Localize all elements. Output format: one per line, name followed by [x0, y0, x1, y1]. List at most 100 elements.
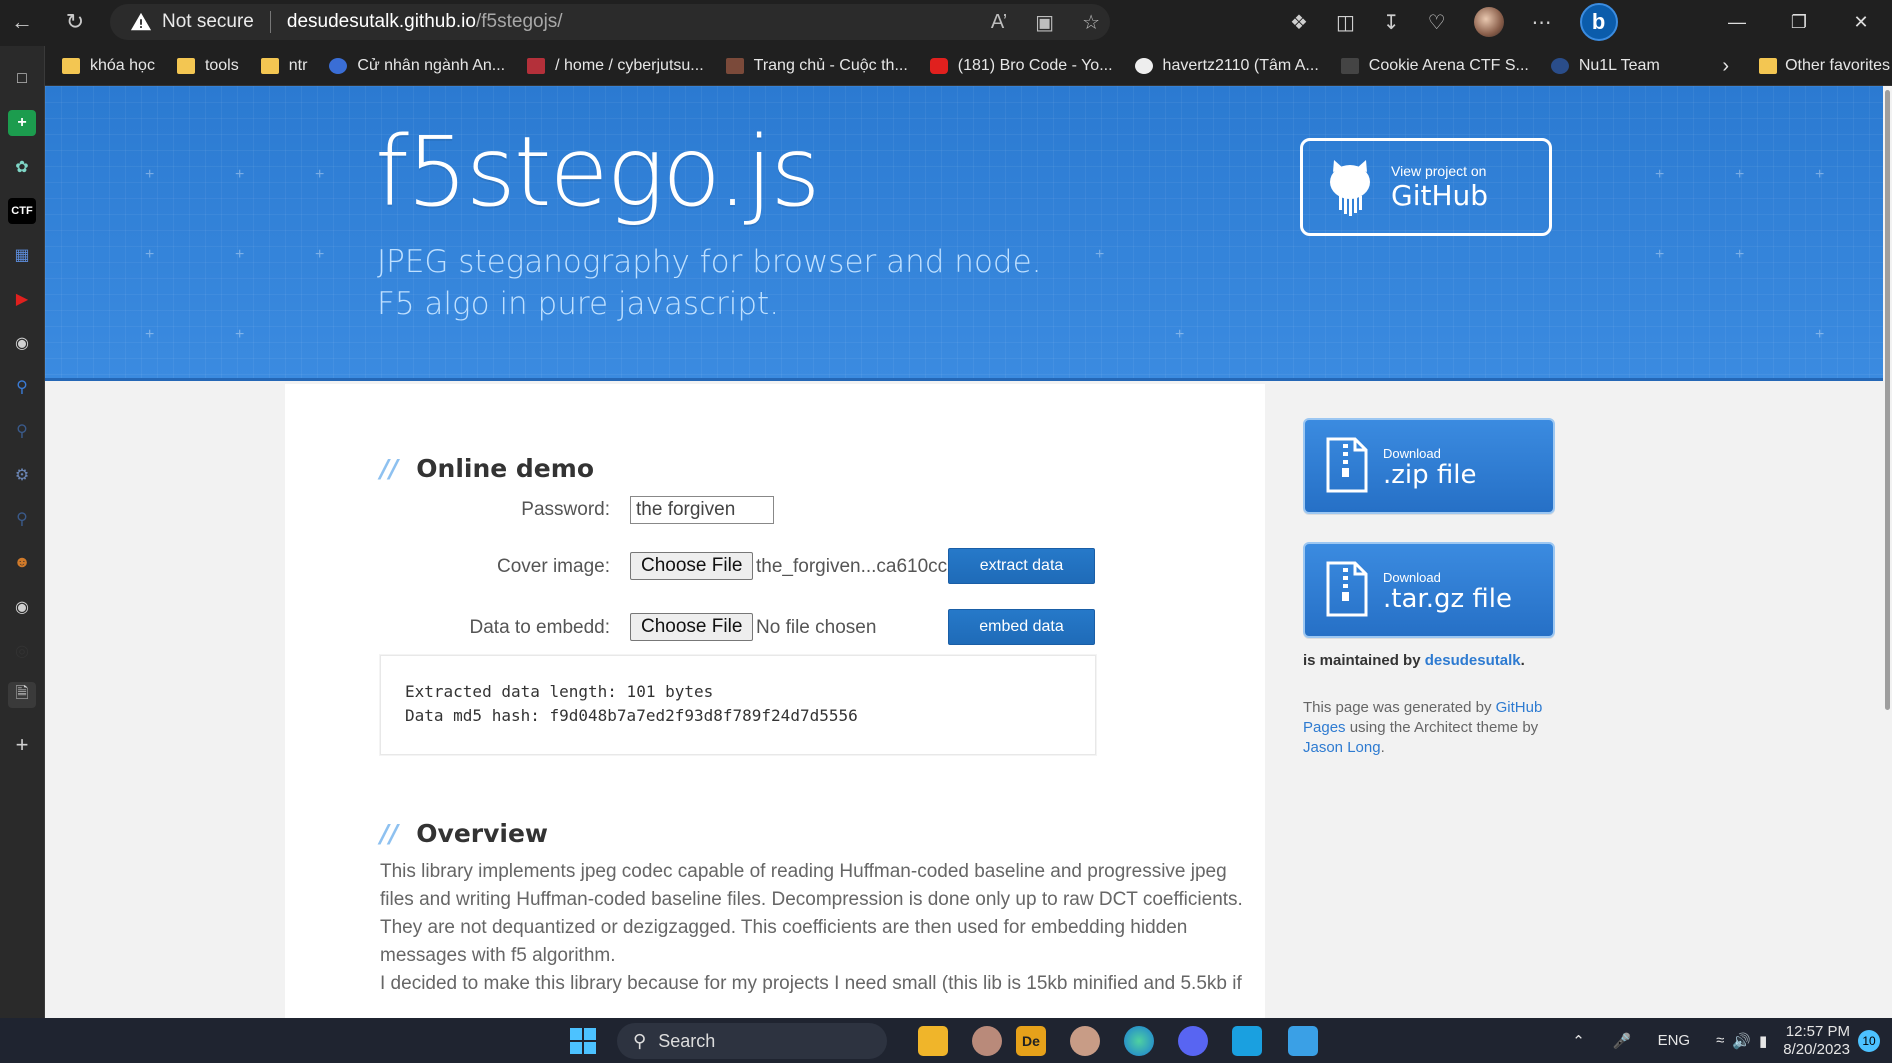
bookmark-item[interactable]: Cookie Arena CTF S...	[1340, 57, 1529, 75]
search-icon[interactable]: ⚲	[8, 418, 36, 444]
cover-file-name: the_forgiven...ca610cc.jpg	[756, 556, 978, 577]
refresh-icon[interactable]: ↻	[55, 2, 95, 42]
search-icon[interactable]: ⚲	[8, 506, 36, 532]
chatgpt-icon[interactable]: ✿	[8, 154, 36, 180]
back-icon[interactable]: ←	[2, 2, 42, 42]
address-separator	[269, 11, 271, 33]
download-tar-button[interactable]: Download .tar.gz file	[1303, 542, 1555, 638]
app-icon[interactable]	[1070, 1026, 1100, 1056]
heading-slashes: //	[380, 819, 399, 848]
grid-decoration: +	[1655, 246, 1665, 263]
folder-icon	[1759, 58, 1778, 74]
extensions-icon[interactable]: ❖	[1290, 10, 1308, 35]
bookmark-item[interactable]: tools	[176, 57, 239, 75]
github-icon[interactable]: ◉	[8, 330, 36, 356]
translate-icon[interactable]: ▦	[8, 242, 36, 268]
wifi-icon[interactable]: ≈	[1716, 1032, 1724, 1049]
read-aloud-icon[interactable]: A’	[991, 11, 1007, 34]
page-viewport: + + + + + + + + + + + + + + + + f5stego.…	[45, 86, 1883, 1018]
volume-icon[interactable]: 🔊	[1732, 1032, 1751, 1050]
bing-copilot-icon[interactable]: b	[1579, 3, 1618, 41]
minimize-icon[interactable]: —	[1706, 0, 1768, 44]
password-input[interactable]: the forgiven	[630, 496, 774, 524]
cover-choose-file-button[interactable]: Choose File	[630, 552, 754, 580]
discord-icon[interactable]	[1178, 1026, 1208, 1056]
app-icon[interactable]	[972, 1026, 1002, 1056]
microphone-icon[interactable]: 🎤	[1613, 1032, 1632, 1050]
restore-icon[interactable]: ❐	[1768, 0, 1830, 44]
settings-icon[interactable]: ⚙	[8, 462, 36, 488]
app-available-icon[interactable]: ▣	[1035, 10, 1054, 35]
cover-image-label: Cover image:	[497, 556, 610, 577]
app-icon[interactable]: ◎	[8, 638, 36, 664]
bookmark-item[interactable]: ntr	[260, 57, 307, 75]
bookmark-item[interactable]: Cử nhân ngành An...	[329, 57, 505, 75]
bookmark-item[interactable]: / home / cyberjutsu...	[527, 57, 704, 75]
bookmark-item[interactable]: Nu1L Team	[1550, 57, 1660, 75]
grid-decoration: +	[145, 246, 155, 263]
site-icon	[1340, 57, 1359, 74]
clock[interactable]: 12:57 PM 8/20/2023	[1783, 1023, 1850, 1059]
password-row: Password: the forgiven	[285, 496, 1185, 530]
browser-essentials-icon[interactable]: ♡	[1428, 10, 1446, 35]
url-host[interactable]: desudesutalk.github.io	[287, 11, 476, 33]
downloads-icon[interactable]: ↧	[1383, 10, 1400, 35]
grid-decoration: +	[315, 246, 325, 263]
github-icon[interactable]: ◉	[8, 594, 36, 620]
security-label[interactable]: Not secure	[162, 11, 254, 33]
profile-avatar[interactable]	[1473, 7, 1504, 37]
page-title: f5stego.js	[375, 116, 820, 228]
address-bar[interactable]: Not secure desudesutalk.github.io/f5steg…	[110, 4, 1110, 40]
download-zip-button[interactable]: Download .zip file	[1303, 418, 1555, 514]
bookmark-item[interactable]: havertz2110 (Tâm A...	[1134, 57, 1319, 75]
more-menu-icon[interactable]: ⋯	[1532, 10, 1552, 35]
output-length: Extracted data length: 101 bytes	[405, 682, 714, 701]
scrollbar-thumb[interactable]	[1885, 90, 1890, 710]
jason-long-link[interactable]: Jason Long	[1303, 739, 1381, 756]
site-icon	[527, 57, 546, 74]
grid-decoration: +	[235, 326, 245, 343]
favorite-star-icon[interactable]: ☆	[1082, 10, 1100, 35]
document-icon[interactable]: 🗎	[8, 682, 36, 708]
chevron-right-icon[interactable]: ›	[1722, 55, 1729, 78]
folder-icon	[62, 57, 80, 74]
embed-data-button[interactable]: embed data	[948, 609, 1095, 645]
edge-icon[interactable]	[1124, 1026, 1154, 1056]
account-icon[interactable]: ☻	[8, 550, 36, 576]
close-icon[interactable]: ✕	[1830, 0, 1892, 44]
view-on-github-button[interactable]: View project on GitHub	[1300, 138, 1552, 236]
page-subtitle-line1: JPEG steganography for browser and node.	[377, 244, 1042, 280]
language-indicator[interactable]: ENG	[1658, 1032, 1691, 1049]
chevron-up-icon[interactable]: ⌃	[1572, 1032, 1585, 1050]
bookmark-item[interactable]: (181) Bro Code - Yo...	[929, 57, 1113, 75]
tab-actions-icon[interactable]: □	[8, 66, 36, 92]
ctf-icon[interactable]: CTF	[8, 198, 36, 224]
notepad-icon[interactable]	[1288, 1026, 1318, 1056]
search-icon[interactable]: ⚲	[8, 374, 36, 400]
generated-by-text: This page was generated by GitHub Pages …	[1303, 699, 1543, 756]
grid-decoration: +	[235, 246, 245, 263]
file-explorer-icon[interactable]	[918, 1026, 948, 1056]
sheets-icon[interactable]: +	[8, 110, 36, 136]
page-content: //Online demo Password: the forgiven Cov…	[45, 384, 1883, 1018]
split-screen-icon[interactable]: ◫	[1336, 10, 1355, 35]
page-subtitle-line2: F5 algo in pure javascript.	[377, 286, 780, 322]
add-icon[interactable]: +	[8, 732, 36, 758]
site-icon	[1550, 57, 1569, 74]
dreamweaver-icon[interactable]: De	[1016, 1026, 1046, 1056]
page-scrollbar[interactable]	[1883, 86, 1892, 1018]
app-icon[interactable]	[1232, 1026, 1262, 1056]
other-favorites[interactable]: Other favorites	[1785, 57, 1890, 75]
url-path[interactable]: /f5stegojs/	[476, 11, 563, 33]
overview-heading: //Overview	[380, 819, 549, 848]
notification-badge[interactable]: 10	[1858, 1029, 1880, 1052]
bookmark-item[interactable]: khóa học	[62, 57, 155, 75]
windows-start-icon[interactable]	[570, 1028, 596, 1054]
data-choose-file-button[interactable]: Choose File	[630, 613, 754, 641]
extract-data-button[interactable]: extract data	[948, 548, 1095, 584]
battery-icon[interactable]: ▮	[1759, 1032, 1767, 1050]
taskbar-search[interactable]: ⚲ Search	[617, 1023, 887, 1059]
maintainer-link[interactable]: desudesutalk	[1425, 652, 1521, 669]
bookmark-item[interactable]: Trang chủ - Cuộc th...	[725, 57, 908, 75]
youtube-icon[interactable]: ▶	[8, 286, 36, 312]
